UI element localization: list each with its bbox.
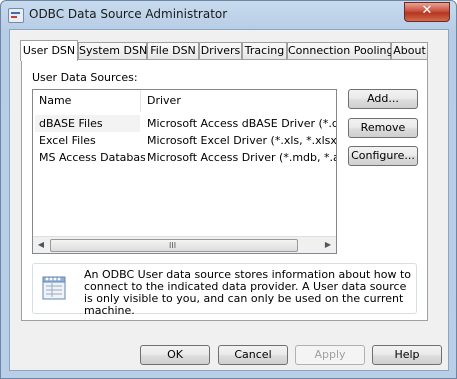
info-panel: An ODBC User data source stores informat… xyxy=(32,263,417,317)
row-driver: Microsoft Access Driver (*.mdb, *.accdb) xyxy=(147,151,336,164)
odbc-window: ODBC Data Source Administrator ✕ User DS… xyxy=(0,0,457,379)
column-header-name[interactable]: Name xyxy=(33,90,141,112)
tab-user-dsn[interactable]: User DSN xyxy=(20,40,78,61)
add-button[interactable]: Add... xyxy=(348,89,418,109)
apply-button[interactable]: Apply xyxy=(295,345,365,365)
list-item[interactable]: Excel Files Microsoft Excel Driver (*.xl… xyxy=(33,132,336,149)
row-driver: Microsoft Excel Driver (*.xls, *.xlsx, *… xyxy=(147,134,336,147)
list-item[interactable]: dBASE Files Microsoft Access dBASE Drive… xyxy=(33,115,336,132)
column-header-driver[interactable]: Driver xyxy=(141,90,336,112)
cancel-button[interactable]: Cancel xyxy=(218,345,288,365)
user-data-sources-label: User Data Sources: xyxy=(32,71,138,84)
tab-connection-pooling[interactable]: Connection Pooling xyxy=(287,42,394,59)
scroll-grip: III xyxy=(169,241,177,250)
dialog-body: User DSN System DSN File DSN Drivers Tra… xyxy=(9,29,449,371)
list-item[interactable]: MS Access Database Microsoft Access Driv… xyxy=(33,149,336,166)
window-title: ODBC Data Source Administrator xyxy=(29,7,228,21)
horizontal-scrollbar[interactable]: ◀ III ▶ xyxy=(33,236,336,253)
tab-file-dsn[interactable]: File DSN xyxy=(147,42,199,59)
ok-button[interactable]: OK xyxy=(140,345,210,365)
odbc-app-icon xyxy=(8,8,24,23)
help-button[interactable]: Help xyxy=(372,345,442,365)
configure-button[interactable]: Configure... xyxy=(348,146,418,166)
tab-system-dsn[interactable]: System DSN xyxy=(78,42,147,59)
remove-button[interactable]: Remove xyxy=(348,118,418,138)
info-description: An ODBC User data source stores informat… xyxy=(84,268,412,317)
data-source-icon xyxy=(42,274,66,300)
row-name: MS Access Database xyxy=(39,151,145,164)
tab-tracing[interactable]: Tracing xyxy=(242,42,287,59)
row-name: Excel Files xyxy=(39,134,96,147)
tab-about[interactable]: About xyxy=(391,42,428,59)
user-dsn-page: User Data Sources: Name Driver dBASE Fil… xyxy=(21,59,428,321)
scroll-right-icon[interactable]: ▶ xyxy=(320,237,336,253)
title-bar[interactable]: ODBC Data Source Administrator ✕ xyxy=(1,1,456,29)
close-button[interactable]: ✕ xyxy=(404,2,450,22)
scroll-thumb[interactable]: III xyxy=(50,239,298,252)
list-header: Name Driver xyxy=(33,90,336,112)
tab-drivers[interactable]: Drivers xyxy=(199,42,242,59)
scroll-left-icon[interactable]: ◀ xyxy=(33,237,49,253)
row-name: dBASE Files xyxy=(35,115,140,132)
data-sources-list[interactable]: Name Driver dBASE Files Microsoft Access… xyxy=(32,89,337,254)
row-driver: Microsoft Access dBASE Driver (*.dbf, *.… xyxy=(147,117,336,130)
